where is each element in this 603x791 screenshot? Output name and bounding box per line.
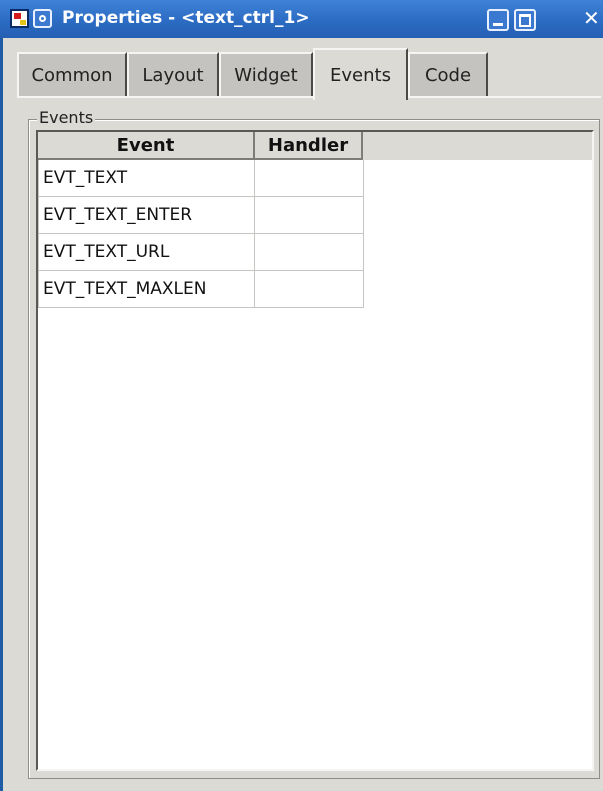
handler-cell[interactable] xyxy=(255,271,364,308)
close-icon[interactable]: ✕ xyxy=(583,5,600,31)
tab-code[interactable]: Code xyxy=(408,52,488,96)
title-bar[interactable]: Properties - <text_ctrl_1> ✕ xyxy=(0,0,603,38)
column-header-handler[interactable]: Handler xyxy=(255,132,363,160)
event-name-cell: EVT_TEXT_MAXLEN xyxy=(38,271,255,308)
maximize-icon[interactable] xyxy=(514,9,536,31)
event-name-cell: EVT_TEXT_ENTER xyxy=(38,197,255,234)
column-header-event[interactable]: Event xyxy=(38,132,255,160)
properties-window: Properties - <text_ctrl_1> ✕ Common Layo… xyxy=(0,0,603,791)
events-group-label: Events xyxy=(37,108,96,127)
tab-layout[interactable]: Layout xyxy=(127,52,219,96)
window-menu-icon[interactable] xyxy=(33,9,52,28)
window-title: Properties - <text_ctrl_1> xyxy=(62,8,310,28)
table-row[interactable]: EVT_TEXT_ENTER xyxy=(38,197,364,234)
handler-cell[interactable] xyxy=(255,234,364,271)
handler-cell[interactable] xyxy=(255,197,364,234)
tab-strip-divider xyxy=(17,96,601,98)
event-name-cell: EVT_TEXT xyxy=(38,160,255,197)
handler-cell[interactable] xyxy=(255,160,364,197)
tab-events[interactable]: Events xyxy=(313,48,408,100)
table-row[interactable]: EVT_TEXT_URL xyxy=(38,234,364,271)
app-icon xyxy=(10,9,29,28)
table-row[interactable]: EVT_TEXT_MAXLEN xyxy=(38,271,364,308)
grid-header: Event Handler xyxy=(38,132,592,160)
table-row[interactable]: EVT_TEXT xyxy=(38,160,364,197)
tab-common[interactable]: Common xyxy=(17,52,127,96)
event-name-cell: EVT_TEXT_URL xyxy=(38,234,255,271)
minimize-icon[interactable] xyxy=(487,9,509,31)
events-grid[interactable]: Event Handler EVT_TEXT EVT_TEXT_ENTER EV… xyxy=(36,130,594,771)
tab-widget[interactable]: Widget xyxy=(219,52,313,96)
